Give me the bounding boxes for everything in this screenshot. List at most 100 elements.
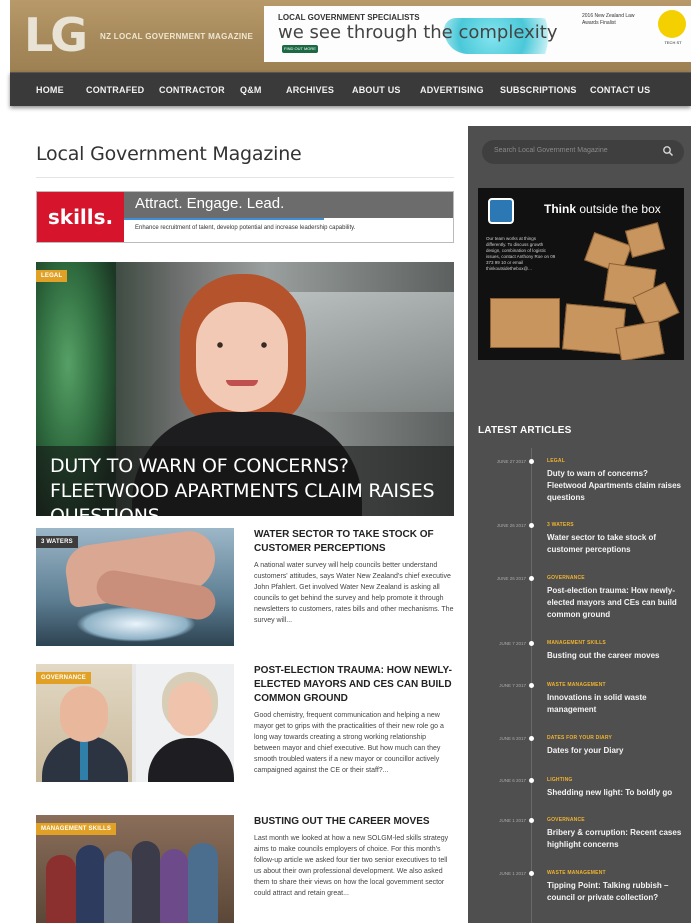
article-link[interactable]: Tipping Point: Talking rubbish – council… bbox=[547, 880, 687, 904]
article-category[interactable]: GOVERNANCE bbox=[547, 817, 585, 823]
hero-portrait-eyes bbox=[212, 342, 272, 348]
article-link[interactable]: Shedding new light: To boldly go bbox=[547, 787, 687, 799]
nav-contact-us[interactable]: CONTACT US bbox=[590, 73, 650, 107]
header-banner-ad[interactable]: LOCAL GOVERNMENT SPECIALISTS we see thro… bbox=[264, 6, 691, 62]
nav-contractor[interactable]: CONTRACTOR bbox=[159, 73, 225, 107]
article-link[interactable]: Post-election trauma: How newly-elected … bbox=[547, 585, 687, 621]
article-excerpt: A national water survey will help counci… bbox=[254, 562, 454, 624]
ad-headline-rest: outside the box bbox=[579, 202, 661, 216]
article-link[interactable]: Water sector to take stock of customer p… bbox=[547, 532, 687, 556]
article-link[interactable]: Innovations in solid waste management bbox=[547, 692, 687, 716]
banner-award-text: 2016 New Zealand Law Awards Finalist bbox=[582, 13, 635, 26]
article-date: JUNE 7 2017 bbox=[499, 683, 526, 688]
nav-qm[interactable]: Q&M bbox=[240, 73, 262, 107]
article-title[interactable]: POST-ELECTION TRAUMA: HOW NEWLY-ELECTED … bbox=[254, 664, 454, 706]
timeline-dot bbox=[529, 683, 534, 688]
hero-portrait-mouth bbox=[226, 380, 258, 386]
portrait-woman-head bbox=[168, 682, 212, 736]
site-logo[interactable]: LG bbox=[24, 10, 88, 60]
article-date: JUNE 1 2017 bbox=[499, 871, 526, 876]
article-title[interactable]: BUSTING OUT THE CAREER MOVES bbox=[254, 815, 454, 829]
person-figure bbox=[104, 851, 132, 923]
article-date: JUNE 6 2017 bbox=[499, 736, 526, 741]
timeline-dot bbox=[529, 736, 534, 741]
card-category-tag[interactable]: GOVERNANCE bbox=[36, 672, 92, 684]
banner-kicker: LOCAL GOVERNMENT SPECIALISTS bbox=[278, 13, 420, 22]
ad-copy: Our team works at things differently. To… bbox=[486, 236, 556, 271]
article-link[interactable]: Busting out the career moves bbox=[547, 650, 687, 662]
article-category[interactable]: 3 WATERS bbox=[547, 522, 574, 528]
person-figure bbox=[132, 841, 160, 923]
skills-logo: skills. bbox=[37, 192, 124, 242]
timeline-dot bbox=[529, 778, 534, 783]
box-graphic bbox=[615, 320, 665, 360]
search-input[interactable]: Search Local Government Magazine bbox=[482, 140, 684, 164]
article-thumbnail-water[interactable]: 3 WATERS bbox=[36, 528, 234, 646]
nav-about-us[interactable]: ABOUT US bbox=[352, 73, 401, 107]
article-excerpt: Good chemistry, frequent communication a… bbox=[254, 712, 444, 774]
banner-headline: we see through the complexity bbox=[278, 22, 558, 43]
banner-button[interactable]: FIND OUT MORE bbox=[282, 45, 318, 53]
featured-article[interactable]: LEGAL DUTY TO WARN OF CONCERNS? FLEETWOO… bbox=[36, 262, 454, 516]
article-date: JUNE 6 2017 bbox=[499, 778, 526, 783]
article-link[interactable]: Bribery & corruption: Recent cases highl… bbox=[547, 827, 687, 851]
box-graphic bbox=[624, 222, 666, 258]
article-link[interactable]: Duty to warn of concerns? Fleetwood Apar… bbox=[547, 468, 687, 504]
article-date: JUNE 26 2017 bbox=[496, 523, 526, 528]
hero-background-light bbox=[286, 292, 454, 412]
search-icon[interactable] bbox=[662, 145, 674, 157]
banner-badge-label: TECH ST bbox=[664, 40, 682, 45]
title-divider bbox=[36, 177, 454, 178]
advertiser-logo-icon bbox=[488, 198, 514, 224]
ad-headline: Think outside the box bbox=[544, 202, 661, 216]
skills-ad-headline: Attract. Engage. Lead. bbox=[135, 195, 285, 212]
box-graphic bbox=[490, 298, 560, 348]
article-title[interactable]: WATER SECTOR TO TAKE STOCK OF CUSTOMER P… bbox=[254, 528, 454, 556]
person-figure bbox=[188, 843, 218, 923]
timeline-dot bbox=[529, 641, 534, 646]
skills-ad-subline: Enhance recruitment of talent, develop p… bbox=[135, 225, 356, 231]
timeline-dot bbox=[529, 576, 534, 581]
site-header: LG NZ LOCAL GOVERNMENT MAGAZINE LOCAL GO… bbox=[10, 0, 691, 72]
person-figure bbox=[46, 855, 76, 923]
article-category[interactable]: LIGHTING bbox=[547, 777, 573, 783]
portrait-man-head bbox=[60, 686, 108, 742]
timeline-dot bbox=[529, 459, 534, 464]
article-thumbnail-management[interactable]: MANAGEMENT SKILLS bbox=[36, 815, 234, 923]
article-excerpt: Last month we looked at how a new SOLGM-… bbox=[254, 835, 449, 897]
article-category[interactable]: WASTE MANAGEMENT bbox=[547, 870, 606, 876]
think-outside-box-ad[interactable]: Think outside the box Our team works at … bbox=[478, 188, 684, 360]
card-category-tag[interactable]: 3 WATERS bbox=[36, 536, 78, 548]
article-date: JUNE 26 2017 bbox=[496, 576, 526, 581]
article-thumbnail-governance[interactable]: GOVERNANCE bbox=[36, 664, 234, 782]
article-category[interactable]: LEGAL bbox=[547, 458, 565, 464]
hero-category-tag[interactable]: LEGAL bbox=[36, 270, 68, 282]
hero-article-title[interactable]: DUTY TO WARN OF CONCERNS? FLEETWOOD APAR… bbox=[50, 454, 450, 516]
portrait-man-tie bbox=[80, 740, 88, 780]
card-category-tag[interactable]: MANAGEMENT SKILLS bbox=[36, 823, 117, 835]
nav-contrafed[interactable]: CONTRAFED bbox=[86, 73, 144, 107]
nav-archives[interactable]: ARCHIVES bbox=[286, 73, 334, 107]
banner-badge-icon bbox=[658, 10, 686, 38]
ad-headline-bold: Think bbox=[544, 202, 576, 216]
skills-ad-accent-line bbox=[124, 218, 324, 220]
person-figure bbox=[160, 849, 188, 923]
page-title: Local Government Magazine bbox=[36, 143, 302, 165]
article-category[interactable]: DATES FOR YOUR DIARY bbox=[547, 735, 612, 741]
article-link[interactable]: Dates for your Diary bbox=[547, 745, 687, 757]
article-date: JUNE 1 2017 bbox=[499, 818, 526, 823]
article-date: JUNE 27 2017 bbox=[496, 459, 526, 464]
latest-articles-heading: LATEST ARTICLES bbox=[478, 425, 572, 436]
article-category[interactable]: MANAGEMENT SKILLS bbox=[547, 640, 606, 646]
timeline-dot bbox=[529, 523, 534, 528]
main-nav: HOME CONTRAFED CONTRACTOR Q&M ARCHIVES A… bbox=[10, 72, 691, 106]
article-date: JUNE 7 2017 bbox=[499, 641, 526, 646]
nav-subscriptions[interactable]: SUBSCRIPTIONS bbox=[500, 73, 577, 107]
timeline-dot bbox=[529, 818, 534, 823]
nav-advertising[interactable]: ADVERTISING bbox=[420, 73, 484, 107]
nav-home[interactable]: HOME bbox=[36, 73, 64, 107]
sidebar: Search Local Government Magazine Think o… bbox=[468, 126, 691, 923]
skills-ad-banner[interactable]: skills. Attract. Engage. Lead. Enhance r… bbox=[36, 191, 454, 243]
article-category[interactable]: WASTE MANAGEMENT bbox=[547, 682, 606, 688]
article-category[interactable]: GOVERNANCE bbox=[547, 575, 585, 581]
